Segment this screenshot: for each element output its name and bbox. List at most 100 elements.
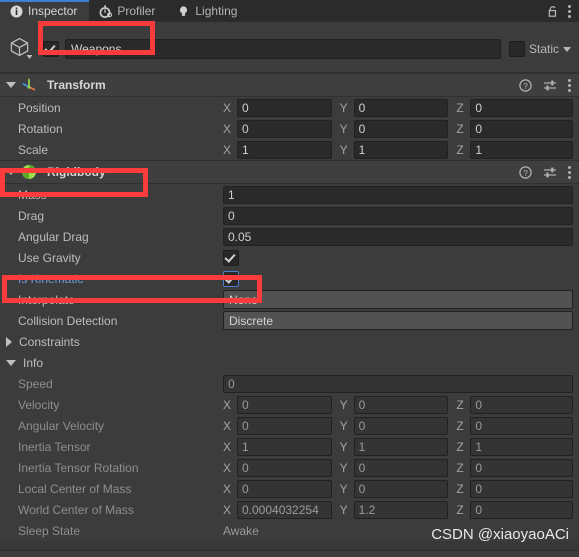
scale-y-input[interactable]: 1	[353, 140, 449, 159]
property-row-drag: Drag 0	[0, 205, 579, 226]
property-row-is-kinematic: Is Kinematic	[0, 268, 579, 289]
property-label: Inertia Tensor	[18, 439, 91, 454]
velocity-y-value: 0	[353, 395, 449, 414]
component-header-transform[interactable]: Transform ?	[0, 73, 579, 97]
interpolate-dropdown[interactable]: None	[223, 290, 573, 309]
transform-gizmo-icon	[21, 77, 37, 93]
watermark: CSDN @xiaoyaoACi	[431, 526, 569, 543]
property-label: Angular Velocity	[18, 418, 105, 433]
property-label: Collision Detection	[18, 313, 118, 328]
foldout-arrow-icon[interactable]	[6, 82, 16, 88]
chevron-down-icon[interactable]	[563, 46, 571, 52]
component-header-rigidbody[interactable]: Rigidbody ?	[0, 160, 579, 184]
drag-input[interactable]: 0	[223, 206, 573, 225]
kebab-menu-icon[interactable]	[568, 4, 571, 18]
help-icon[interactable]: ?	[519, 165, 532, 179]
axis-y-label: Y	[339, 121, 348, 136]
foldout-arrow-icon[interactable]	[6, 336, 12, 347]
property-row-use-gravity: Use Gravity	[0, 247, 579, 268]
preset-sliders-icon[interactable]	[543, 79, 557, 92]
axis-x-label: X	[223, 142, 232, 157]
lock-icon[interactable]	[547, 5, 559, 18]
foldout-info[interactable]: Info	[0, 352, 579, 373]
foldout-constraints[interactable]: Constraints	[0, 331, 579, 352]
position-y-input[interactable]: 0	[353, 98, 449, 117]
foldout-arrow-icon[interactable]	[6, 169, 16, 175]
tab-profiler-label: Profiler	[117, 4, 156, 18]
preset-sliders-icon[interactable]	[543, 166, 557, 179]
kebab-menu-icon[interactable]	[568, 78, 571, 92]
static-checkbox[interactable]	[508, 41, 525, 57]
angular-drag-input[interactable]: 0.05	[223, 227, 573, 246]
component-title-transform: Transform	[47, 78, 106, 92]
axis-y-label: Y	[339, 460, 348, 475]
help-icon[interactable]: ?	[519, 78, 532, 92]
inertia-tensor-rotation-z-value: 0	[470, 458, 574, 477]
svg-text:?: ?	[523, 167, 528, 177]
rigidbody-icon	[21, 164, 37, 180]
scale-z-input[interactable]: 1	[470, 140, 574, 159]
angular-velocity-x-value: 0	[237, 416, 332, 435]
property-label: Is Kinematic	[18, 271, 84, 286]
tab-lighting[interactable]: Lighting	[167, 0, 250, 22]
gameobject-name-row: Weapons Static	[43, 39, 571, 59]
axis-z-label: Z	[456, 481, 464, 496]
world-center-of-mass-x-value: 0.0004032254	[237, 500, 332, 519]
rotation-x-input[interactable]: 0	[237, 119, 332, 138]
axis-y-label: Y	[339, 142, 348, 157]
axis-x-label: X	[223, 100, 232, 115]
rotation-y-input[interactable]: 0	[353, 119, 449, 138]
foldout-arrow-icon[interactable]	[6, 359, 16, 366]
property-row-collision-detection: Collision Detection Discrete	[0, 310, 579, 331]
axis-y-label: Y	[339, 100, 348, 115]
property-row-mass: Mass 1	[0, 184, 579, 205]
axis-y-label: Y	[339, 481, 348, 496]
scale-x-input[interactable]: 1	[237, 140, 332, 159]
axis-z-label: Z	[456, 100, 464, 115]
property-label: Velocity	[18, 397, 60, 412]
property-label: Interpolate	[18, 292, 75, 307]
world-center-of-mass-y-value: 1.2	[353, 500, 449, 519]
axis-z-label: Z	[456, 502, 464, 517]
component-title-rigidbody: Rigidbody	[47, 165, 106, 179]
axis-z-label: Z	[456, 439, 464, 454]
property-label: Rotation	[18, 121, 63, 136]
world-center-of-mass-z-value: 0	[470, 500, 574, 519]
property-row-speed: Speed 0	[0, 373, 579, 394]
velocity-z-value: 0	[470, 395, 574, 414]
is-kinematic-checkbox[interactable]	[223, 270, 239, 287]
gameobject-name-input[interactable]: Weapons	[65, 39, 501, 59]
axis-x-label: X	[223, 418, 232, 433]
local-center-of-mass-z-value: 0	[470, 479, 574, 498]
collision-detection-dropdown[interactable]: Discrete	[223, 311, 573, 330]
inertia-tensor-rotation-y-value: 0	[353, 458, 449, 477]
info-label: Info	[23, 355, 44, 370]
local-center-of-mass-y-value: 0	[353, 479, 449, 498]
mass-input[interactable]: 1	[223, 185, 573, 204]
property-row-scale: Scale X1 Y1 Z1	[0, 139, 579, 160]
position-z-input[interactable]: 0	[470, 98, 574, 117]
kebab-menu-icon[interactable]	[568, 165, 571, 179]
angular-velocity-y-value: 0	[353, 416, 449, 435]
property-row-local-center-of-mass: Local Center of Mass X0 Y0 Z0	[0, 478, 579, 499]
rotation-z-input[interactable]: 0	[470, 119, 574, 138]
component-actions: ?	[519, 78, 571, 92]
use-gravity-checkbox[interactable]	[223, 249, 239, 266]
tab-lighting-label: Lighting	[195, 4, 238, 18]
tab-profiler[interactable]: Profiler	[89, 0, 168, 22]
property-label: World Center of Mass	[18, 502, 134, 517]
transform-properties: Position X0 Y0 Z0 Rotation X0 Y0 Z0 Scal…	[0, 97, 579, 160]
property-label: Local Center of Mass	[18, 481, 132, 496]
inertia-tensor-y-value: 1	[353, 437, 449, 456]
gameobject-enabled-checkbox[interactable]	[43, 41, 59, 57]
property-row-angular-drag: Angular Drag 0.05	[0, 226, 579, 247]
tab-bar: Inspector Profiler Lighting	[0, 0, 579, 22]
position-x-input[interactable]: 0	[237, 98, 332, 117]
property-row-position: Position X0 Y0 Z0	[0, 97, 579, 118]
tab-inspector[interactable]: Inspector	[0, 0, 90, 22]
axis-x-label: X	[223, 397, 232, 412]
property-label: Speed	[18, 376, 53, 391]
property-label: Sleep State	[18, 523, 81, 538]
interpolate-value: None	[229, 292, 258, 307]
cube-icon[interactable]	[8, 36, 33, 60]
